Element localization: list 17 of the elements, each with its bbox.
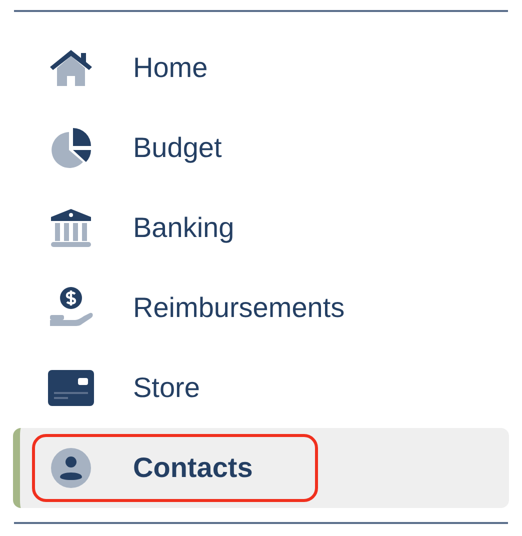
nav-label: Home [133,51,208,85]
nav-label: Banking [133,211,234,245]
person-avatar-icon [51,448,91,488]
pie-chart-icon [49,126,93,170]
nav-item[interactable]: Home [13,28,509,108]
card-icon [48,370,94,406]
nav-item[interactable]: Reimbursements [13,268,509,348]
nav-label: Contacts [133,451,253,485]
nav-label: Budget [133,131,222,165]
bank-icon [49,207,93,249]
home-icon [48,48,94,88]
nav-item[interactable]: Budget [13,108,509,188]
nav-item[interactable]: Banking [13,188,509,268]
nav-item[interactable]: Contacts [13,428,509,508]
nav-item[interactable]: Store [13,348,509,428]
nav-label: Store [133,371,200,405]
nav-label: Reimbursements [133,291,345,325]
